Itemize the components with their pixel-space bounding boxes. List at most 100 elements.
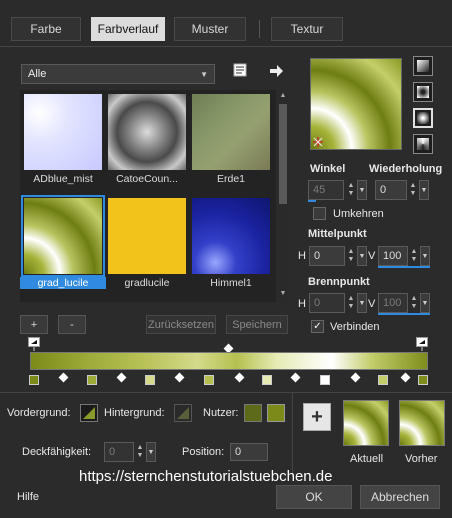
angle-input[interactable]: 45 bbox=[308, 180, 344, 200]
color-midpoint[interactable] bbox=[290, 372, 301, 383]
category-dropdown[interactable]: Alle ▼ bbox=[21, 64, 215, 84]
center-h-input[interactable]: 0 bbox=[309, 246, 345, 266]
link-checkbox[interactable]: ✓ bbox=[311, 320, 324, 333]
repeat-spinner[interactable]: ▲ ▼ bbox=[407, 180, 419, 200]
center-v-label: V bbox=[368, 250, 376, 262]
gradient-preview[interactable] bbox=[310, 58, 402, 150]
tab-muster[interactable]: Muster bbox=[174, 17, 246, 41]
center-h-spinner[interactable]: ▲ ▼ bbox=[345, 246, 357, 266]
center-h-dropdown-icon[interactable]: ▼ bbox=[357, 246, 367, 266]
focus-v-slider[interactable] bbox=[378, 313, 430, 315]
ok-button[interactable]: OK bbox=[276, 485, 352, 509]
repeat-label: Wiederholung bbox=[369, 163, 443, 175]
color-midpoint[interactable] bbox=[350, 372, 361, 383]
background-stop-button[interactable] bbox=[174, 404, 192, 422]
repeat-input[interactable]: 0 bbox=[375, 180, 407, 200]
thumbnail-image bbox=[21, 195, 105, 277]
help-link[interactable]: Hilfe bbox=[17, 491, 39, 503]
color-midpoint[interactable] bbox=[116, 372, 127, 383]
color-stop[interactable] bbox=[418, 375, 428, 385]
center-v-dropdown-icon[interactable]: ▼ bbox=[420, 246, 430, 266]
thumbnail-catoecoun[interactable]: CatoeCoun... bbox=[108, 94, 186, 185]
linear-gradient-icon bbox=[417, 60, 429, 72]
opacity-input[interactable]: 0 bbox=[104, 442, 134, 462]
thumbnail-image bbox=[108, 198, 186, 274]
center-label: Mittelpunkt bbox=[308, 228, 367, 240]
angle-spinner[interactable]: ▲ ▼ bbox=[345, 180, 357, 200]
opacity-stop-left[interactable] bbox=[28, 337, 40, 351]
thumbnail-gradlucile[interactable]: gradlucile bbox=[108, 198, 186, 289]
add-stop-button[interactable]: + bbox=[20, 315, 48, 334]
tab-farbverlauf[interactable]: Farbverlauf bbox=[91, 17, 165, 41]
position-input[interactable]: 0 bbox=[230, 443, 268, 461]
angle-slider[interactable] bbox=[308, 200, 316, 202]
thumbnail-himmel1[interactable]: Himmel1 bbox=[192, 198, 270, 289]
invert-checkbox[interactable] bbox=[313, 207, 326, 220]
gradient-library: ADblue_mist CatoeCoun... Erde1 grad_luci… bbox=[20, 90, 276, 302]
tab-textur[interactable]: Textur bbox=[271, 17, 343, 41]
cancel-button[interactable]: Abbrechen bbox=[360, 485, 440, 509]
focus-v-spinner[interactable]: ▲ ▼ bbox=[408, 293, 420, 313]
angle-label: Winkel bbox=[310, 163, 346, 175]
tab-farbe[interactable]: Farbe bbox=[11, 17, 81, 41]
sunburst-gradient-button[interactable] bbox=[413, 134, 433, 154]
position-label: Position: bbox=[182, 446, 225, 458]
thumbnail-erde1[interactable]: Erde1 bbox=[192, 94, 270, 185]
color-stop[interactable] bbox=[378, 375, 388, 385]
center-point-icon[interactable] bbox=[313, 137, 323, 147]
user-label: Nutzer: bbox=[203, 407, 239, 419]
center-h-label: H bbox=[298, 250, 306, 262]
add-to-library-button[interactable]: + bbox=[303, 403, 331, 431]
scrollbar-thumb[interactable] bbox=[279, 104, 287, 204]
color-stop[interactable] bbox=[87, 375, 97, 385]
opacity-dropdown-icon[interactable]: ▼ bbox=[146, 442, 156, 462]
user-color-swatch[interactable] bbox=[267, 404, 285, 422]
color-stop[interactable] bbox=[145, 375, 155, 385]
color-stop[interactable] bbox=[29, 375, 39, 385]
thumbnail-image bbox=[192, 94, 270, 170]
color-stop[interactable] bbox=[262, 375, 272, 385]
color-midpoint[interactable] bbox=[234, 372, 245, 383]
thumbnail-image bbox=[192, 198, 270, 274]
rectangular-gradient-button[interactable] bbox=[413, 82, 433, 102]
center-v-input[interactable]: 100 bbox=[378, 246, 408, 266]
color-midpoint[interactable] bbox=[400, 372, 411, 383]
focus-v-label: V bbox=[368, 298, 376, 310]
focus-h-label: H bbox=[298, 298, 306, 310]
current-preview bbox=[343, 400, 389, 446]
focus-h-input[interactable]: 0 bbox=[309, 293, 345, 313]
opacity-stop-right[interactable] bbox=[416, 337, 428, 351]
focus-h-dropdown-icon[interactable]: ▼ bbox=[357, 293, 367, 313]
thumbnail-adblue-mist[interactable]: ADblue_mist bbox=[24, 94, 102, 185]
chevron-down-icon: ▼ bbox=[200, 69, 208, 79]
gradient-bar[interactable] bbox=[30, 352, 428, 370]
focus-h-spinner[interactable]: ▲ ▼ bbox=[345, 293, 357, 313]
color-stop[interactable] bbox=[204, 375, 214, 385]
reset-button[interactable]: Zurücksetzen bbox=[146, 315, 216, 334]
thumbnail-grad-lucile[interactable]: grad_lucile bbox=[20, 195, 106, 289]
color-midpoint[interactable] bbox=[174, 372, 185, 383]
remove-stop-button[interactable]: - bbox=[58, 315, 86, 334]
previous-preview[interactable] bbox=[399, 400, 445, 446]
library-scrollbar[interactable]: ▲ ▼ bbox=[278, 90, 288, 302]
thumbnail-label: Erde1 bbox=[216, 173, 246, 185]
save-button[interactable]: Speichern bbox=[226, 315, 288, 334]
scroll-up-icon[interactable]: ▲ bbox=[279, 92, 287, 100]
foreground-stop-button[interactable] bbox=[80, 404, 98, 422]
thumbnail-label: ADblue_mist bbox=[33, 173, 93, 185]
center-v-slider[interactable] bbox=[378, 266, 430, 268]
focus-v-input[interactable]: 100 bbox=[378, 293, 408, 313]
center-v-spinner[interactable]: ▲ ▼ bbox=[408, 246, 420, 266]
color-stop[interactable] bbox=[320, 375, 330, 385]
repeat-dropdown-icon[interactable]: ▼ bbox=[419, 180, 429, 200]
opacity-spinner[interactable]: ▲ ▼ bbox=[134, 442, 146, 462]
scroll-down-icon[interactable]: ▼ bbox=[279, 290, 287, 298]
linear-gradient-button[interactable] bbox=[413, 56, 433, 76]
angle-dropdown-icon[interactable]: ▼ bbox=[357, 180, 367, 200]
arrow-right-icon[interactable] bbox=[268, 63, 284, 79]
focus-v-dropdown-icon[interactable]: ▼ bbox=[420, 293, 430, 313]
color-midpoint[interactable] bbox=[58, 372, 69, 383]
user-stop-button[interactable] bbox=[244, 404, 262, 422]
library-icon[interactable] bbox=[233, 62, 249, 78]
radial-gradient-button[interactable] bbox=[413, 108, 433, 128]
